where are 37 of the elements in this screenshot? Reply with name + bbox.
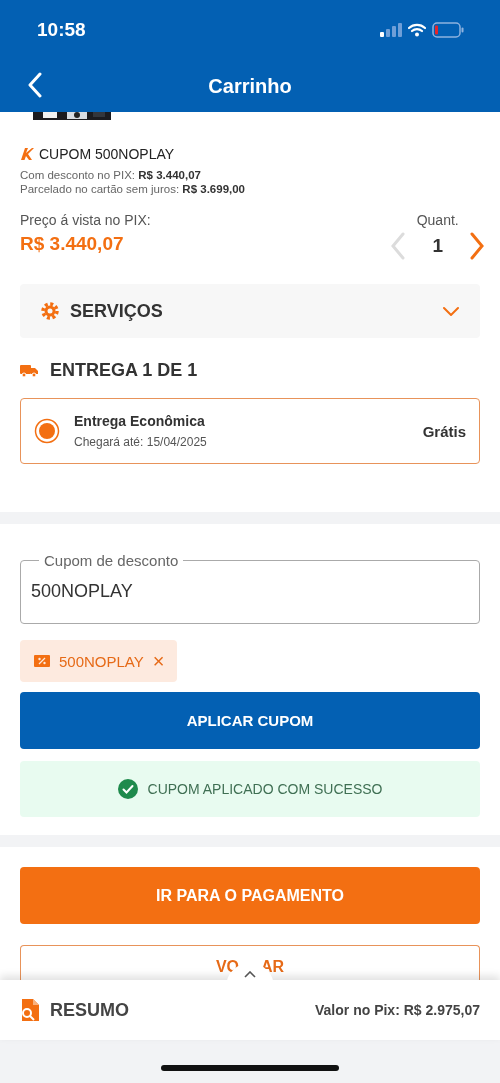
price-label: Preço á vista no PIX: xyxy=(20,212,151,228)
price-value: R$ 3.440,07 xyxy=(20,233,125,255)
battery-icon xyxy=(432,22,464,38)
success-message: CUPOM APLICADO COM SUCESSO xyxy=(147,781,383,797)
quantity-value: 1 xyxy=(432,235,443,257)
coupon-title: CUPOM 500NOPLAY xyxy=(39,146,175,162)
summary-bottom-sheet[interactable]: RESUMO Valor no Pix: R$ 2.975,07 xyxy=(0,980,500,1040)
signal-icon xyxy=(380,23,402,37)
quantity-label: Quant. xyxy=(416,212,459,228)
delivery-name: Entrega Econômica xyxy=(74,413,206,429)
check-circle-icon xyxy=(117,779,138,799)
delivery-date: Chegará até: 15/04/2025 xyxy=(74,435,207,449)
increase-icon[interactable] xyxy=(469,232,485,260)
coupon-field[interactable]: Cupom de desconto 500NOPLAY xyxy=(20,552,480,624)
pix-price-text: Com desconto no PIX: R$ 3.440,07 xyxy=(20,168,202,182)
chevron-icon xyxy=(442,306,460,316)
coupon-code: 500NOPLAY xyxy=(59,652,144,670)
delivery-title: ENTREGA 1 DE 1 xyxy=(50,360,198,381)
summary-title: RESUMO xyxy=(50,999,129,1021)
services-dropdown[interactable]: SERVIÇOS xyxy=(20,284,480,338)
apply-coupon-button[interactable]: APLICAR CUPOM xyxy=(20,692,480,749)
summary-total: Valor no Pix: R$ 2.975,07 xyxy=(315,1002,480,1018)
brand-icon xyxy=(20,147,34,161)
installment-price-text: Parcelado no cartão sem juros: R$ 3.699,00 xyxy=(20,182,247,196)
page-title: Carrinho xyxy=(208,74,292,98)
radio-button[interactable] xyxy=(34,418,60,444)
truck-icon xyxy=(20,364,38,377)
back-icon[interactable] xyxy=(27,72,43,98)
delivery-price: Grátis xyxy=(422,422,466,440)
field-label: Cupom de desconto xyxy=(43,552,180,569)
gear-icon xyxy=(40,301,60,321)
ticket-icon xyxy=(34,655,50,667)
document-search-icon xyxy=(20,999,40,1021)
status-time: 10:58 xyxy=(37,19,86,41)
coupon-input[interactable]: 500NOPLAY xyxy=(31,581,469,602)
delivery-option[interactable]: Entrega Econômica Chegará até: 15/04/2025 Grátis xyxy=(20,398,480,464)
wifi-icon xyxy=(408,23,426,37)
